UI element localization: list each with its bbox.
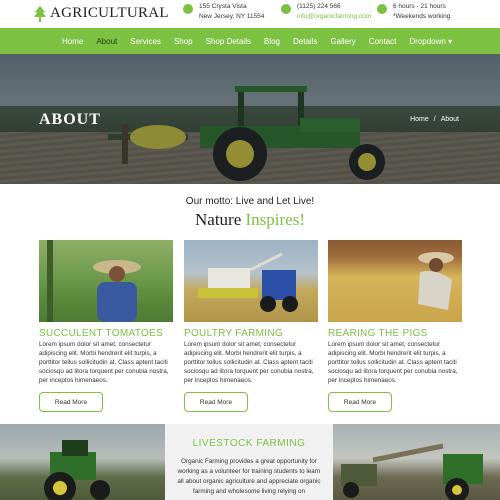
contact-info: (1125) 224 566 info@organicfarming.com [281, 2, 371, 22]
top-header: Agricultural 155 Crysta Vista New Jersey… [0, 0, 500, 28]
tagline: Nature Inspires! [0, 210, 500, 230]
card-text: Lorem ipsum dolor sit amet, consectetur … [39, 341, 169, 384]
livestock-title[interactable]: LIVESTOCK FARMING [165, 438, 333, 449]
nav-item-gallery[interactable]: Gallery [330, 37, 355, 46]
address-line2: New Jersey, NY 11554 [199, 13, 265, 20]
read-more-button[interactable]: Read More [39, 392, 103, 412]
service-card: POULTRY FARMING Lorem ipsum dolor sit am… [184, 240, 318, 412]
main-nav: Home About Services Shop Shop Details Bl… [0, 28, 500, 54]
hours-info: 6 hours - 21 hours *Weekends working [377, 2, 450, 22]
card-text: Lorem ipsum dolor sit amet, consectetur … [328, 341, 458, 384]
harvest-machinery-photo [333, 424, 500, 500]
grain-drying-photo [328, 240, 462, 322]
read-more-button[interactable]: Read More [184, 392, 248, 412]
map-pin-icon [183, 4, 193, 14]
nav-item-dropdown[interactable]: Dropdown ▾ [409, 37, 452, 46]
email-link[interactable]: info@organicfarming.com [297, 12, 371, 22]
pine-tree-icon [34, 5, 46, 22]
card-title[interactable]: REARING THE PIGS [328, 328, 462, 339]
hours-line2: *Weekends working [393, 13, 451, 20]
harvester-photo [184, 240, 318, 322]
card-text: Lorem ipsum dolor sit amet, consectetur … [184, 341, 314, 384]
livestock-text: Organic Farming provides a great opportu… [177, 458, 321, 495]
nav-item-home[interactable]: Home [62, 37, 83, 46]
breadcrumb-home[interactable]: Home [410, 116, 429, 123]
breadcrumb: Home / About [410, 116, 459, 123]
service-card: SUCCULENT TOMATOES Lorem ipsum dolor sit… [39, 240, 173, 412]
nav-item-details[interactable]: Details [293, 37, 317, 46]
tagline-part-1: Nature [195, 210, 246, 229]
breadcrumb-current: About [440, 116, 459, 123]
service-card: REARING THE PIGS Lorem ipsum dolor sit a… [328, 240, 462, 412]
livestock-panel: LIVESTOCK FARMING Organic Farming provid… [165, 424, 333, 500]
phone-number: (1125) 224 566 [297, 3, 341, 10]
clock-icon [377, 4, 387, 14]
brand-name: Agricultural [50, 5, 169, 21]
nav-item-shop-details[interactable]: Shop Details [206, 37, 251, 46]
card-title[interactable]: SUCCULENT TOMATOES [39, 328, 173, 339]
motto: Our motto: Live and Let Live! [185, 196, 315, 207]
phone-icon [281, 4, 291, 14]
nav-item-services[interactable]: Services [130, 37, 161, 46]
nav-item-blog[interactable]: Blog [264, 37, 280, 46]
address-line1: 155 Crysta Vista [199, 3, 247, 10]
site-logo[interactable]: Agricultural [33, 5, 169, 22]
read-more-button[interactable]: Read More [328, 392, 392, 412]
nav-item-about[interactable]: About [96, 37, 117, 46]
tractor-field-photo [0, 424, 165, 500]
address-info: 155 Crysta Vista New Jersey, NY 11554 [183, 2, 264, 22]
hours-line1: 6 hours - 21 hours [393, 3, 446, 10]
breadcrumb-separator: / [433, 116, 436, 123]
nav-item-shop[interactable]: Shop [174, 37, 193, 46]
hero-banner: ABOUT Home / About [0, 54, 500, 184]
livestock-section: LIVESTOCK FARMING Organic Farming provid… [0, 424, 500, 500]
page-title: ABOUT [39, 111, 101, 128]
tagline-part-2: Inspires! [245, 210, 305, 229]
tomato-farmer-photo [39, 240, 173, 322]
nav-item-contact[interactable]: Contact [369, 37, 397, 46]
card-title[interactable]: POULTRY FARMING [184, 328, 318, 339]
